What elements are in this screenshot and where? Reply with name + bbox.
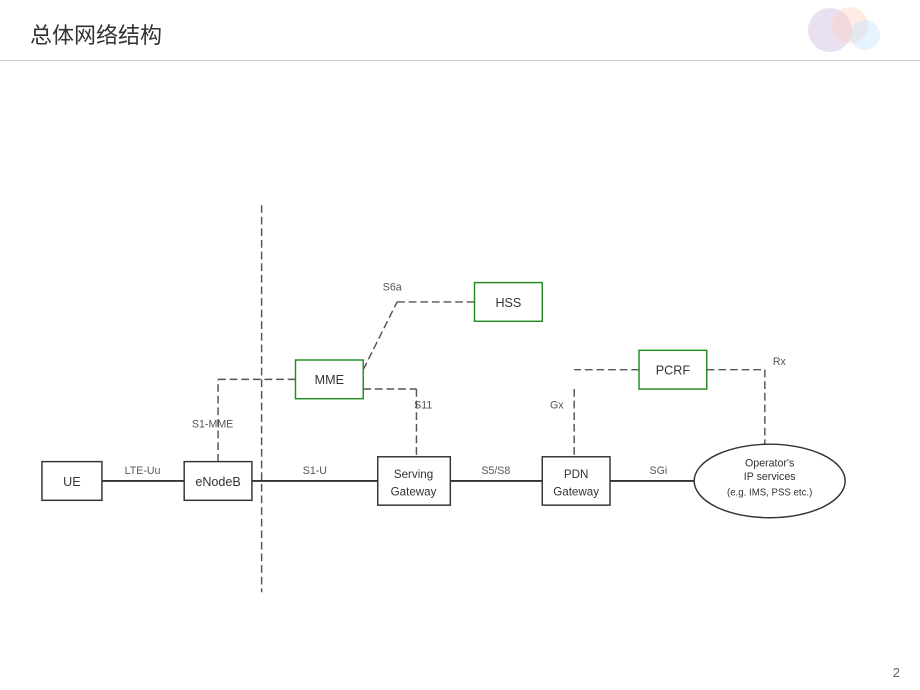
operator-label-line3: (e.g. IMS, PSS etc.) [727,487,812,498]
mme-label: MME [315,373,344,387]
s5s8-label: S5/S8 [481,465,510,477]
operator-label-line2: IP services [744,471,796,483]
diagram-area: UE eNodeB MME HSS Serving Gateway PDN Ga… [0,60,920,660]
page-title: 总体网络结构 [30,18,162,50]
sgi-label: SGi [650,465,668,477]
s1mme-label: S1-MME [192,419,233,431]
operator-label-line1: Operator's [745,457,794,469]
hss-label: HSS [495,296,521,310]
s1u-label: S1-U [303,465,327,477]
s11-label: S11 [414,399,432,411]
serving-gw-label-line2: Gateway [391,485,437,498]
s6a-label: S6a [383,281,402,293]
header: 总体网络结构 [0,0,920,61]
pdn-gw-label-line2: Gateway [553,485,599,498]
rx-label: Rx [773,356,787,368]
network-diagram: UE eNodeB MME HSS Serving Gateway PDN Ga… [0,60,920,660]
page-container: 总体网络结构 [0,0,920,690]
lte-uu-label: LTE-Uu [125,465,161,477]
gx-label: Gx [550,399,564,411]
ue-label: UE [63,475,80,489]
page-number: 2 [893,665,900,680]
serving-gw-label-line1: Serving [394,468,433,481]
pcrf-label: PCRF [656,364,691,378]
pdn-gw-label-line1: PDN [564,468,589,481]
enodeb-label: eNodeB [195,475,240,489]
header-decoration [770,5,890,60]
